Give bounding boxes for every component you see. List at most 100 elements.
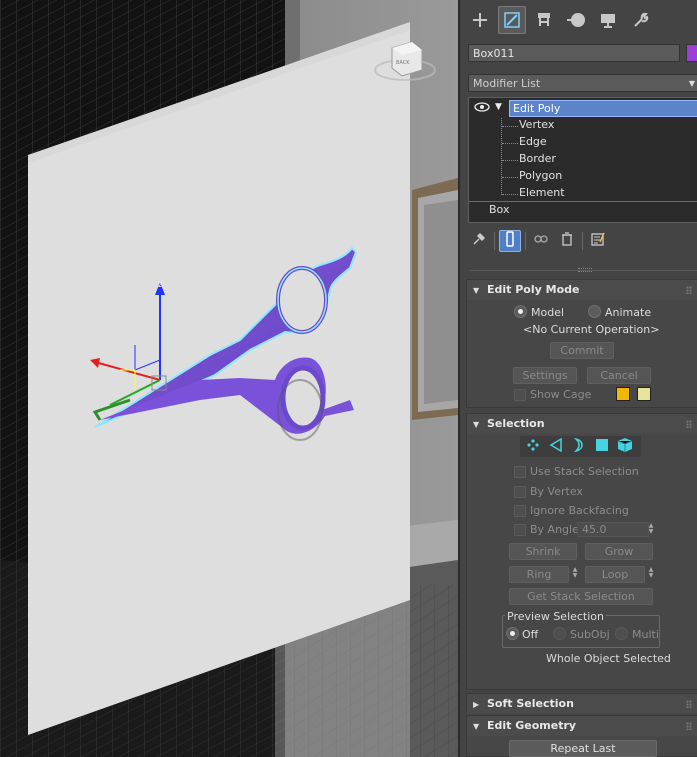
by-vertex-checkbox[interactable] [514, 486, 526, 498]
by-angle-checkbox[interactable] [514, 524, 526, 536]
stack-item-element[interactable]: Element [519, 185, 565, 202]
rollout-selection: ▼ Selection Use Stack Selection By Vertex [466, 413, 697, 690]
tab-utilities[interactable] [626, 6, 654, 34]
drag-handle-icon[interactable] [686, 420, 692, 428]
shrink-button[interactable]: Shrink [509, 543, 577, 560]
stack-item-box[interactable]: Box [489, 202, 509, 219]
show-cage-checkbox[interactable] [514, 389, 526, 401]
loop-spinner[interactable]: ▲ ▼ [647, 567, 655, 581]
trash-icon [561, 232, 573, 250]
rollout-header-soft-selection[interactable]: ▶ Soft Selection [467, 694, 697, 714]
angle-spinner[interactable]: ▲ ▼ [647, 523, 655, 537]
modifier-list-label: Modifier List [473, 77, 541, 90]
stack-item-polygon[interactable]: Polygon [519, 168, 562, 185]
preview-selection-label: Preview Selection [505, 610, 607, 623]
collapse-triangle-icon: ▼ [473, 420, 480, 429]
object-color-swatch[interactable] [686, 44, 697, 62]
svg-text:z: z [158, 280, 162, 289]
vertex-level-button[interactable] [523, 438, 543, 456]
vertex-icon [526, 438, 540, 455]
resize-grip[interactable] [578, 268, 592, 272]
drag-handle-icon[interactable] [686, 700, 692, 708]
ring-button[interactable]: Ring [509, 566, 569, 583]
stack-item-edit-poly[interactable]: Edit Poly [509, 100, 697, 117]
eye-icon[interactable] [474, 101, 490, 113]
show-end-result-icon [505, 231, 515, 251]
show-end-result-button[interactable] [499, 230, 521, 252]
pin-stack-button[interactable] [468, 230, 490, 252]
preview-off-label: Off [522, 628, 539, 641]
rollout-title: Edit Poly Mode [487, 283, 580, 296]
use-stack-selection-checkbox[interactable] [514, 466, 526, 478]
pin-icon [472, 232, 486, 250]
cage-color-swatch-2[interactable] [637, 387, 651, 401]
loop-button[interactable]: Loop [585, 566, 645, 583]
tree-branch [502, 160, 518, 161]
model-label: Model [531, 306, 565, 319]
subobject-level-buttons [520, 436, 641, 457]
tree-branch [502, 143, 518, 144]
modifier-stack[interactable]: ▼ Edit Poly Vertex Edge Border Polygon E… [468, 97, 697, 223]
toolbar-separator [494, 232, 495, 250]
remove-modifier-button[interactable] [556, 230, 578, 252]
modify-icon [503, 11, 521, 29]
tree-branch [502, 194, 518, 195]
ignore-backfacing-checkbox[interactable] [514, 505, 526, 517]
tab-hierarchy[interactable] [530, 6, 558, 34]
get-stack-selection-button[interactable]: Get Stack Selection [509, 588, 653, 605]
element-icon [617, 437, 633, 456]
model-radio[interactable] [514, 305, 527, 318]
tab-modify[interactable] [498, 6, 526, 34]
preview-off-radio[interactable] [506, 627, 519, 640]
toolbar-separator [582, 232, 583, 250]
settings-button[interactable]: Settings [513, 367, 577, 384]
repeat-last-button[interactable]: Repeat Last [509, 740, 657, 757]
rollout-header-selection[interactable]: ▼ Selection [467, 414, 697, 434]
stack-item-border[interactable]: Border [519, 151, 556, 168]
svg-text:BACK: BACK [396, 60, 410, 66]
preview-subobj-radio[interactable] [553, 627, 566, 640]
rollout-header-edit-geometry[interactable]: ▼ Edit Geometry [467, 716, 697, 736]
edge-level-button[interactable] [546, 437, 566, 456]
border-level-button[interactable] [569, 437, 589, 456]
drag-handle-icon[interactable] [686, 286, 692, 294]
tab-motion[interactable] [562, 6, 590, 34]
expand-triangle-icon[interactable]: ▼ [495, 102, 502, 112]
element-level-button[interactable] [615, 438, 635, 456]
rollout-header-edit-poly-mode[interactable]: ▼ Edit Poly Mode [467, 280, 697, 300]
selection-status-text: Whole Object Selected [546, 652, 671, 665]
wrench-icon [631, 11, 649, 29]
edge-icon [549, 437, 563, 455]
rollout-title: Selection [487, 417, 545, 430]
modifier-list-dropdown[interactable]: Modifier List ▼ [468, 74, 697, 92]
animate-radio[interactable] [588, 305, 601, 318]
configure-modifier-sets-button[interactable] [587, 230, 609, 252]
ring-spinner[interactable]: ▲ ▼ [571, 567, 579, 581]
tab-create[interactable] [466, 6, 494, 34]
command-panel-tabs [466, 6, 654, 36]
stack-item-vertex[interactable]: Vertex [519, 117, 554, 134]
make-unique-button[interactable] [530, 230, 552, 252]
cancel-button[interactable]: Cancel [587, 367, 651, 384]
rollout-edit-geometry: ▼ Edit Geometry Repeat Last [466, 715, 697, 757]
rollout-soft-selection: ▶ Soft Selection [466, 693, 697, 714]
collapse-triangle-icon: ▼ [473, 286, 480, 295]
hierarchy-icon [535, 11, 553, 29]
polygon-level-button[interactable] [592, 438, 612, 456]
grow-button[interactable]: Grow [585, 543, 653, 560]
ignore-backfacing-label: Ignore Backfacing [530, 504, 629, 517]
angle-field[interactable]: 45.0 [577, 522, 649, 537]
stack-item-edge[interactable]: Edge [519, 134, 547, 151]
stack-toolbar [468, 230, 609, 252]
tab-display[interactable] [594, 6, 622, 34]
by-angle-label: By Angle: [530, 523, 583, 536]
border-icon [572, 437, 586, 455]
object-name-field[interactable]: Box011 [468, 44, 680, 62]
rollout-edit-poly-mode: ▼ Edit Poly Mode Model Animate <No Curren… [466, 279, 697, 408]
preview-multi-radio[interactable] [615, 627, 628, 640]
viewport-scene: z BACK [0, 0, 458, 757]
commit-button[interactable]: Commit [550, 342, 614, 359]
cage-color-swatch-1[interactable] [616, 387, 630, 401]
perspective-viewport[interactable]: z BACK [0, 0, 458, 757]
drag-handle-icon[interactable] [686, 722, 692, 730]
